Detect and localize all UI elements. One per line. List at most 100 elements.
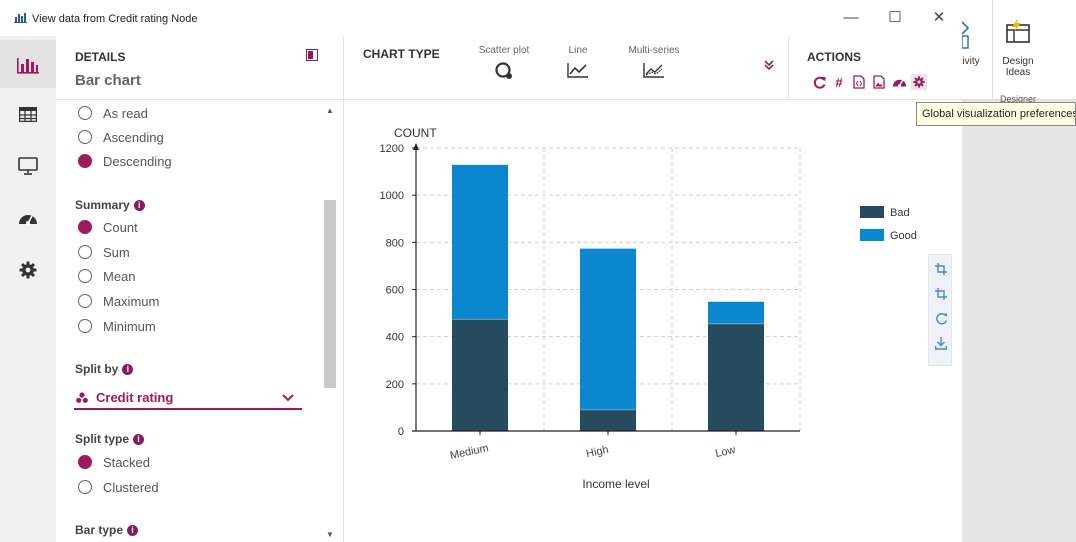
design-ideas-button[interactable]: Design Ideas xyxy=(996,56,1040,78)
ribbon-partial-label[interactable]: ivity xyxy=(962,56,980,67)
chart-type-label-text: Scatter plot xyxy=(478,45,530,56)
maximize-button[interactable]: ☐ xyxy=(880,6,910,30)
info-icon[interactable]: i xyxy=(133,199,145,211)
scroll-thumb[interactable] xyxy=(324,200,336,388)
info-icon[interactable]: i xyxy=(133,433,145,445)
y-tick-label: 0 xyxy=(398,426,404,438)
window-title: View data from Credit rating Node xyxy=(32,13,198,25)
chart-kind-title: Bar chart xyxy=(75,72,141,89)
summary-option-mean[interactable]: Mean xyxy=(78,266,136,286)
radio-icon[interactable] xyxy=(78,106,92,120)
code-file-icon[interactable] xyxy=(851,74,867,90)
rail-item-table[interactable] xyxy=(0,90,56,138)
gauge-icon[interactable] xyxy=(891,74,907,90)
radio-icon[interactable] xyxy=(78,269,92,283)
bar-type-section-label: Bar type i xyxy=(75,523,139,537)
minimize-button[interactable]: — xyxy=(836,6,866,30)
x-tick-label: Medium xyxy=(449,442,490,462)
summary-option-sum[interactable]: Sum xyxy=(78,242,130,262)
gauge-icon xyxy=(19,215,37,225)
chart-type-line[interactable]: Line xyxy=(558,45,598,78)
collapse-panel-button[interactable] xyxy=(306,49,318,61)
split-by-dropdown[interactable]: Credit rating xyxy=(74,386,302,410)
split-type-option-clustered[interactable]: Clustered xyxy=(78,477,159,497)
bar-type-label: Bar type xyxy=(75,523,124,537)
more-chart-types-chevron-icon[interactable] xyxy=(764,60,774,73)
title-bar: View data from Credit rating Node — ☐ ✕ xyxy=(0,0,962,36)
close-button[interactable]: ✕ xyxy=(924,6,954,30)
radio-selected-icon[interactable] xyxy=(78,220,92,234)
main-area: CHART TYPE Scatter plot Line Multi-serie… xyxy=(344,36,962,542)
split-by-value: Credit rating xyxy=(96,389,174,405)
option-label: Maximum xyxy=(103,293,160,309)
bar-high-good xyxy=(580,248,636,410)
sort-option-descending[interactable]: Descending xyxy=(78,151,172,171)
details-panel: DETAILS Bar chart As read Ascending Desc… xyxy=(56,36,344,542)
refresh-icon[interactable] xyxy=(811,74,827,90)
info-icon[interactable]: i xyxy=(122,363,134,375)
chart-type-label-text: Multi-series xyxy=(628,45,680,56)
x-axis-label: Income level xyxy=(582,477,649,491)
y-tick-label: 1000 xyxy=(380,190,404,202)
split-type-section-label: Split type i xyxy=(75,432,145,446)
left-rail xyxy=(0,36,56,542)
split-type-label: Split type xyxy=(75,432,130,446)
sort-option-as-read[interactable]: As read xyxy=(78,103,148,123)
radio-icon[interactable] xyxy=(78,319,92,333)
crop-icon[interactable] xyxy=(934,263,948,277)
download-icon[interactable] xyxy=(934,337,948,351)
hash-icon[interactable]: # xyxy=(831,74,847,90)
tooltip: Global visualization preferences xyxy=(916,102,1076,126)
details-header: DETAILS Bar chart xyxy=(56,36,343,100)
bar-high-bad xyxy=(580,409,636,431)
scroll-down-arrow-icon[interactable]: ▼ xyxy=(326,530,334,539)
chart-type-scatter[interactable]: Scatter plot xyxy=(472,45,536,80)
ribbon: ivity Design Ideas Designer xyxy=(962,0,1076,104)
nodes-icon xyxy=(76,391,88,403)
details-scrollbar[interactable]: ▲ ▼ xyxy=(324,102,338,542)
x-tick-label: High xyxy=(585,444,610,460)
bar-medium-bad xyxy=(452,318,508,431)
legend-swatch-good xyxy=(860,229,884,241)
y-tick-label: 800 xyxy=(386,237,404,249)
chart-type-multi-series[interactable]: Multi-series xyxy=(622,45,686,78)
rail-item-bar-chart[interactable] xyxy=(0,40,56,88)
sort-option-ascending[interactable]: Ascending xyxy=(78,127,164,147)
split-by-section-label: Split by i xyxy=(75,362,134,376)
gear-icon[interactable] xyxy=(911,74,927,90)
image-file-icon[interactable] xyxy=(871,74,887,90)
chart-type-label: CHART TYPE xyxy=(363,47,440,61)
radio-icon[interactable] xyxy=(78,294,92,308)
split-type-option-stacked[interactable]: Stacked xyxy=(78,452,150,472)
radio-icon[interactable] xyxy=(78,245,92,259)
scroll-up-arrow-icon[interactable]: ▲ xyxy=(326,106,334,115)
summary-option-count[interactable]: Count xyxy=(78,217,138,237)
y-tick-label: 400 xyxy=(386,332,404,344)
actions-row: # xyxy=(811,74,927,90)
background-app: ivity Design Ideas Designer xyxy=(962,0,1076,542)
design-ideas-icon xyxy=(1006,18,1030,43)
radio-selected-icon[interactable] xyxy=(78,455,92,469)
reset-icon[interactable] xyxy=(934,312,948,326)
scatter-icon xyxy=(495,62,512,79)
bar-low-bad xyxy=(708,323,764,431)
rail-item-settings[interactable] xyxy=(0,246,56,294)
option-label: As read xyxy=(103,105,148,121)
radio-selected-icon[interactable] xyxy=(78,154,92,168)
summary-label: Summary xyxy=(75,198,130,212)
summary-option-minimum[interactable]: Minimum xyxy=(78,316,156,336)
crop-alt-icon[interactable] xyxy=(934,288,948,302)
multi-series-icon xyxy=(643,63,664,78)
x-tick-label: Low xyxy=(714,444,736,460)
rail-item-dashboard[interactable] xyxy=(0,194,56,242)
radio-icon[interactable] xyxy=(78,480,92,494)
legend-label-good: Good xyxy=(890,230,917,242)
rail-item-monitor[interactable] xyxy=(0,142,56,190)
chevron-down-icon xyxy=(282,394,294,402)
chart-type-label-text: Line xyxy=(568,45,588,56)
radio-icon[interactable] xyxy=(78,130,92,144)
line-chart-icon xyxy=(567,63,588,78)
summary-section-label: Summary i xyxy=(75,198,145,212)
summary-option-maximum[interactable]: Maximum xyxy=(78,291,159,311)
info-icon[interactable]: i xyxy=(127,524,139,536)
